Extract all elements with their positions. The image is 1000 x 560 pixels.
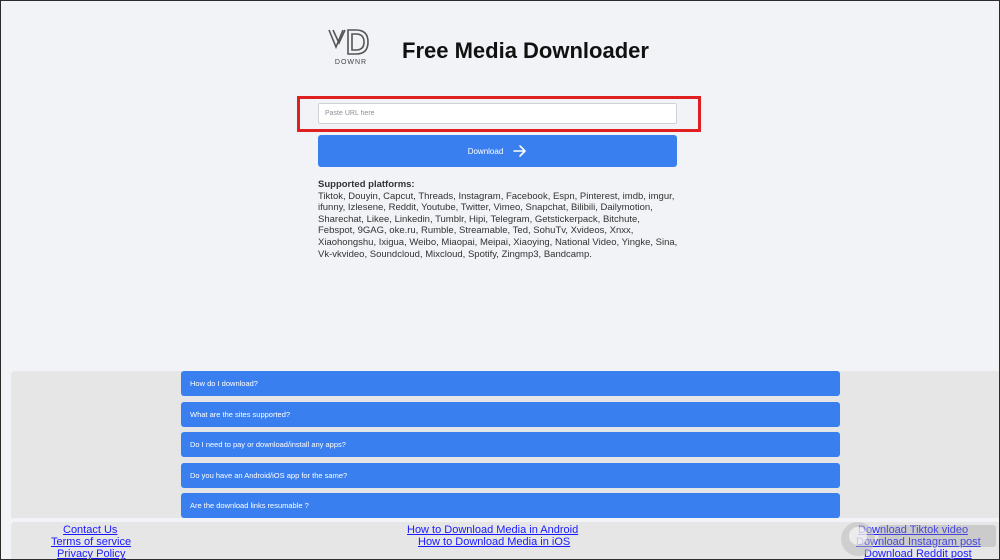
privacy-policy-link[interactable]: Privacy Policy <box>57 548 125 560</box>
supported-platforms: Supported platforms: Tiktok, Douyin, Cap… <box>318 179 678 260</box>
instagram-download-link[interactable]: Download Instagram post <box>856 536 981 548</box>
contact-us-link[interactable]: Contact Us <box>63 524 117 536</box>
downr-logo-icon <box>328 29 369 55</box>
arrow-right-icon <box>513 145 527 157</box>
android-guide-link[interactable]: How to Download Media in Android <box>407 524 578 536</box>
download-button-label: Download <box>467 146 504 156</box>
ios-guide-link[interactable]: How to Download Media in iOS <box>418 536 570 548</box>
logo-text: DOWNR <box>334 59 368 66</box>
faq-item[interactable]: Do I need to pay or download/install any… <box>181 432 840 457</box>
faq-item[interactable]: How do I download? <box>181 371 840 396</box>
terms-of-service-link[interactable]: Terms of service <box>51 536 131 548</box>
reddit-download-link[interactable]: Download Reddit post <box>864 548 972 560</box>
url-input[interactable] <box>318 103 677 124</box>
tiktok-download-link[interactable]: Download Tiktok video <box>858 524 968 536</box>
faq-item[interactable]: Do you have an Android/iOS app for the s… <box>181 463 840 488</box>
faq-item[interactable]: What are the sites supported? <box>181 402 840 427</box>
page-title: Free Media Downloader <box>402 38 649 63</box>
downr-logo <box>326 27 378 73</box>
platforms-heading: Supported platforms: <box>318 179 415 190</box>
download-button[interactable]: Download <box>318 135 677 167</box>
faq-item[interactable]: Are the download links resumable ? <box>181 493 840 518</box>
platforms-list: Tiktok, Douyin, Capcut, Threads, Instagr… <box>318 190 678 260</box>
